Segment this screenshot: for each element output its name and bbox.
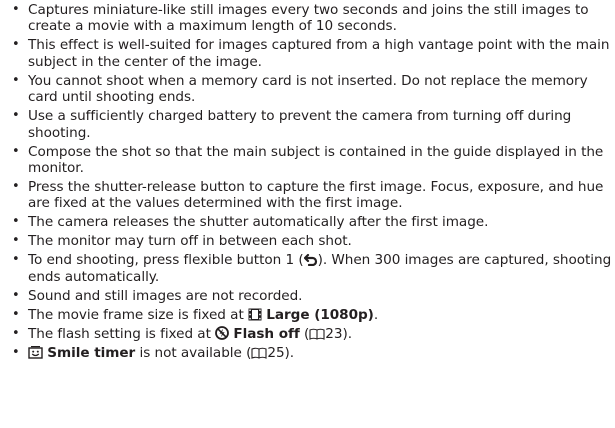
bullet-marker: • bbox=[12, 344, 20, 360]
page-reference[interactable]: 23 bbox=[325, 326, 342, 342]
bullet-marker: • bbox=[12, 72, 20, 88]
list-item: • Smile timer is not available ( 25). bbox=[12, 345, 612, 361]
list-item-text: You cannot shoot when a memory card is n… bbox=[28, 72, 588, 106]
list-item-text-mid: is not available ( bbox=[135, 344, 252, 361]
list-item: • The movie frame size is fixed at Large… bbox=[12, 307, 612, 323]
bullet-marker: • bbox=[12, 325, 20, 341]
smile-timer-icon bbox=[28, 345, 43, 359]
bullet-marker: • bbox=[12, 233, 20, 249]
bullet-marker: • bbox=[12, 143, 20, 159]
bullet-list: • Captures miniature-like still images e… bbox=[12, 2, 612, 364]
setting-name: Large (1080p) bbox=[266, 306, 374, 323]
list-item-text-before: The movie frame size is fixed at bbox=[28, 306, 248, 323]
list-item: • The flash setting is fixed at Flash of… bbox=[12, 326, 612, 342]
bullet-marker: • bbox=[12, 108, 20, 124]
page-reference[interactable]: 25 bbox=[267, 345, 284, 361]
list-item-text-mid: ( bbox=[299, 325, 310, 342]
list-item: • Press the shutter-release button to ca… bbox=[12, 179, 612, 212]
list-item-text-before: The flash setting is fixed at bbox=[28, 325, 216, 342]
film-frame-icon bbox=[248, 308, 262, 321]
list-item: • Captures miniature-like still images e… bbox=[12, 2, 612, 35]
list-item: • This effect is well-suited for images … bbox=[12, 37, 612, 70]
list-item-text-before: To end shooting, press flexible button 1… bbox=[28, 252, 304, 269]
list-item-text: This effect is well-suited for images ca… bbox=[28, 37, 610, 70]
list-item: • The monitor may turn off in between ea… bbox=[12, 233, 612, 249]
list-item: • You cannot shoot when a memory card is… bbox=[12, 73, 612, 106]
bullet-marker: • bbox=[12, 179, 20, 195]
list-item-text: The camera releases the shutter automati… bbox=[28, 214, 489, 231]
bullet-marker: • bbox=[12, 252, 20, 268]
list-item: • The camera releases the shutter automa… bbox=[12, 214, 612, 230]
setting-name: Smile timer bbox=[47, 344, 136, 361]
list-item-text-after: . bbox=[373, 306, 379, 323]
list-item-text-after: ). bbox=[284, 344, 295, 361]
return-arrow-icon bbox=[303, 253, 318, 267]
list-item-text: Sound and still images are not recorded. bbox=[28, 287, 303, 304]
bullet-marker: • bbox=[12, 2, 20, 17]
list-item-text: Captures miniature-like still images eve… bbox=[28, 2, 589, 35]
bullet-marker: • bbox=[12, 214, 20, 230]
book-icon bbox=[251, 347, 267, 359]
bullet-marker: • bbox=[12, 37, 20, 53]
list-item-text: Use a sufficiently charged battery to pr… bbox=[28, 108, 572, 141]
list-item-text: Press the shutter-release button to capt… bbox=[28, 179, 604, 212]
list-item: • Sound and still images are not recorde… bbox=[12, 288, 612, 304]
list-item-text: The monitor may turn off in between each… bbox=[28, 233, 352, 250]
list-item: • Compose the shot so that the main subj… bbox=[12, 144, 612, 177]
list-item-text-after: ). bbox=[342, 325, 353, 342]
bullet-marker: • bbox=[12, 306, 20, 322]
document-page: • Captures miniature-like still images e… bbox=[0, 0, 615, 428]
list-item: • Use a sufficiently charged battery to … bbox=[12, 108, 612, 141]
flash-off-icon bbox=[215, 325, 230, 340]
list-item-text: Compose the shot so that the main subjec… bbox=[28, 143, 604, 177]
book-icon bbox=[309, 328, 325, 340]
bullet-marker: • bbox=[12, 287, 20, 303]
setting-name: Flash off bbox=[233, 325, 300, 342]
list-item: • To end shooting, press flexible button… bbox=[12, 252, 612, 285]
